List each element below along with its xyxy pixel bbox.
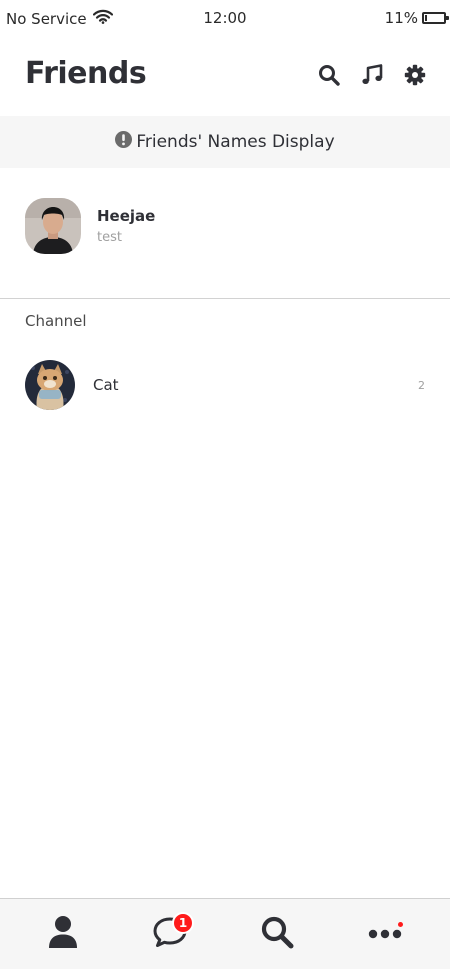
gear-icon[interactable]	[403, 62, 426, 88]
friend-status-message: test	[97, 230, 122, 245]
more-notification-dot	[398, 922, 403, 927]
person-icon	[48, 915, 78, 953]
channel-avatar[interactable]	[25, 360, 75, 410]
friend-avatar[interactable]	[25, 198, 81, 254]
battery-percent: 11%	[384, 9, 418, 27]
channel-section-label: Channel	[25, 312, 87, 330]
page-title: Friends	[25, 56, 147, 91]
status-time: 12:00	[203, 9, 247, 27]
status-right: 11%	[384, 9, 449, 27]
search-icon[interactable]	[317, 62, 340, 88]
header-icons	[317, 62, 426, 88]
notice-text: Friends' Names Display	[136, 132, 335, 152]
exclamation-circle-icon	[115, 131, 133, 153]
tab-bar: 1	[0, 898, 450, 969]
friend-item[interactable]: Heejae test	[25, 197, 425, 255]
tab-search[interactable]	[257, 916, 297, 952]
friend-name: Heejae	[97, 207, 156, 225]
battery-icon	[422, 12, 449, 24]
divider	[0, 298, 450, 299]
music-icon[interactable]	[360, 62, 383, 88]
channel-item[interactable]: Cat 2	[25, 359, 425, 411]
friend-text: Heejae test	[97, 207, 155, 245]
channel-count: 2	[418, 378, 425, 392]
friends-names-display-banner[interactable]: Friends' Names Display	[0, 116, 450, 168]
tab-friends[interactable]	[43, 916, 83, 952]
tab-chats[interactable]: 1	[150, 912, 194, 952]
tab-more[interactable]	[365, 916, 405, 952]
channel-name: Cat	[93, 376, 119, 394]
status-bar: No Service 12:00 11%	[0, 0, 450, 36]
search-icon	[260, 915, 294, 953]
more-icon	[368, 925, 402, 944]
chat-unread-badge: 1	[172, 912, 194, 934]
header: Friends	[0, 52, 450, 104]
